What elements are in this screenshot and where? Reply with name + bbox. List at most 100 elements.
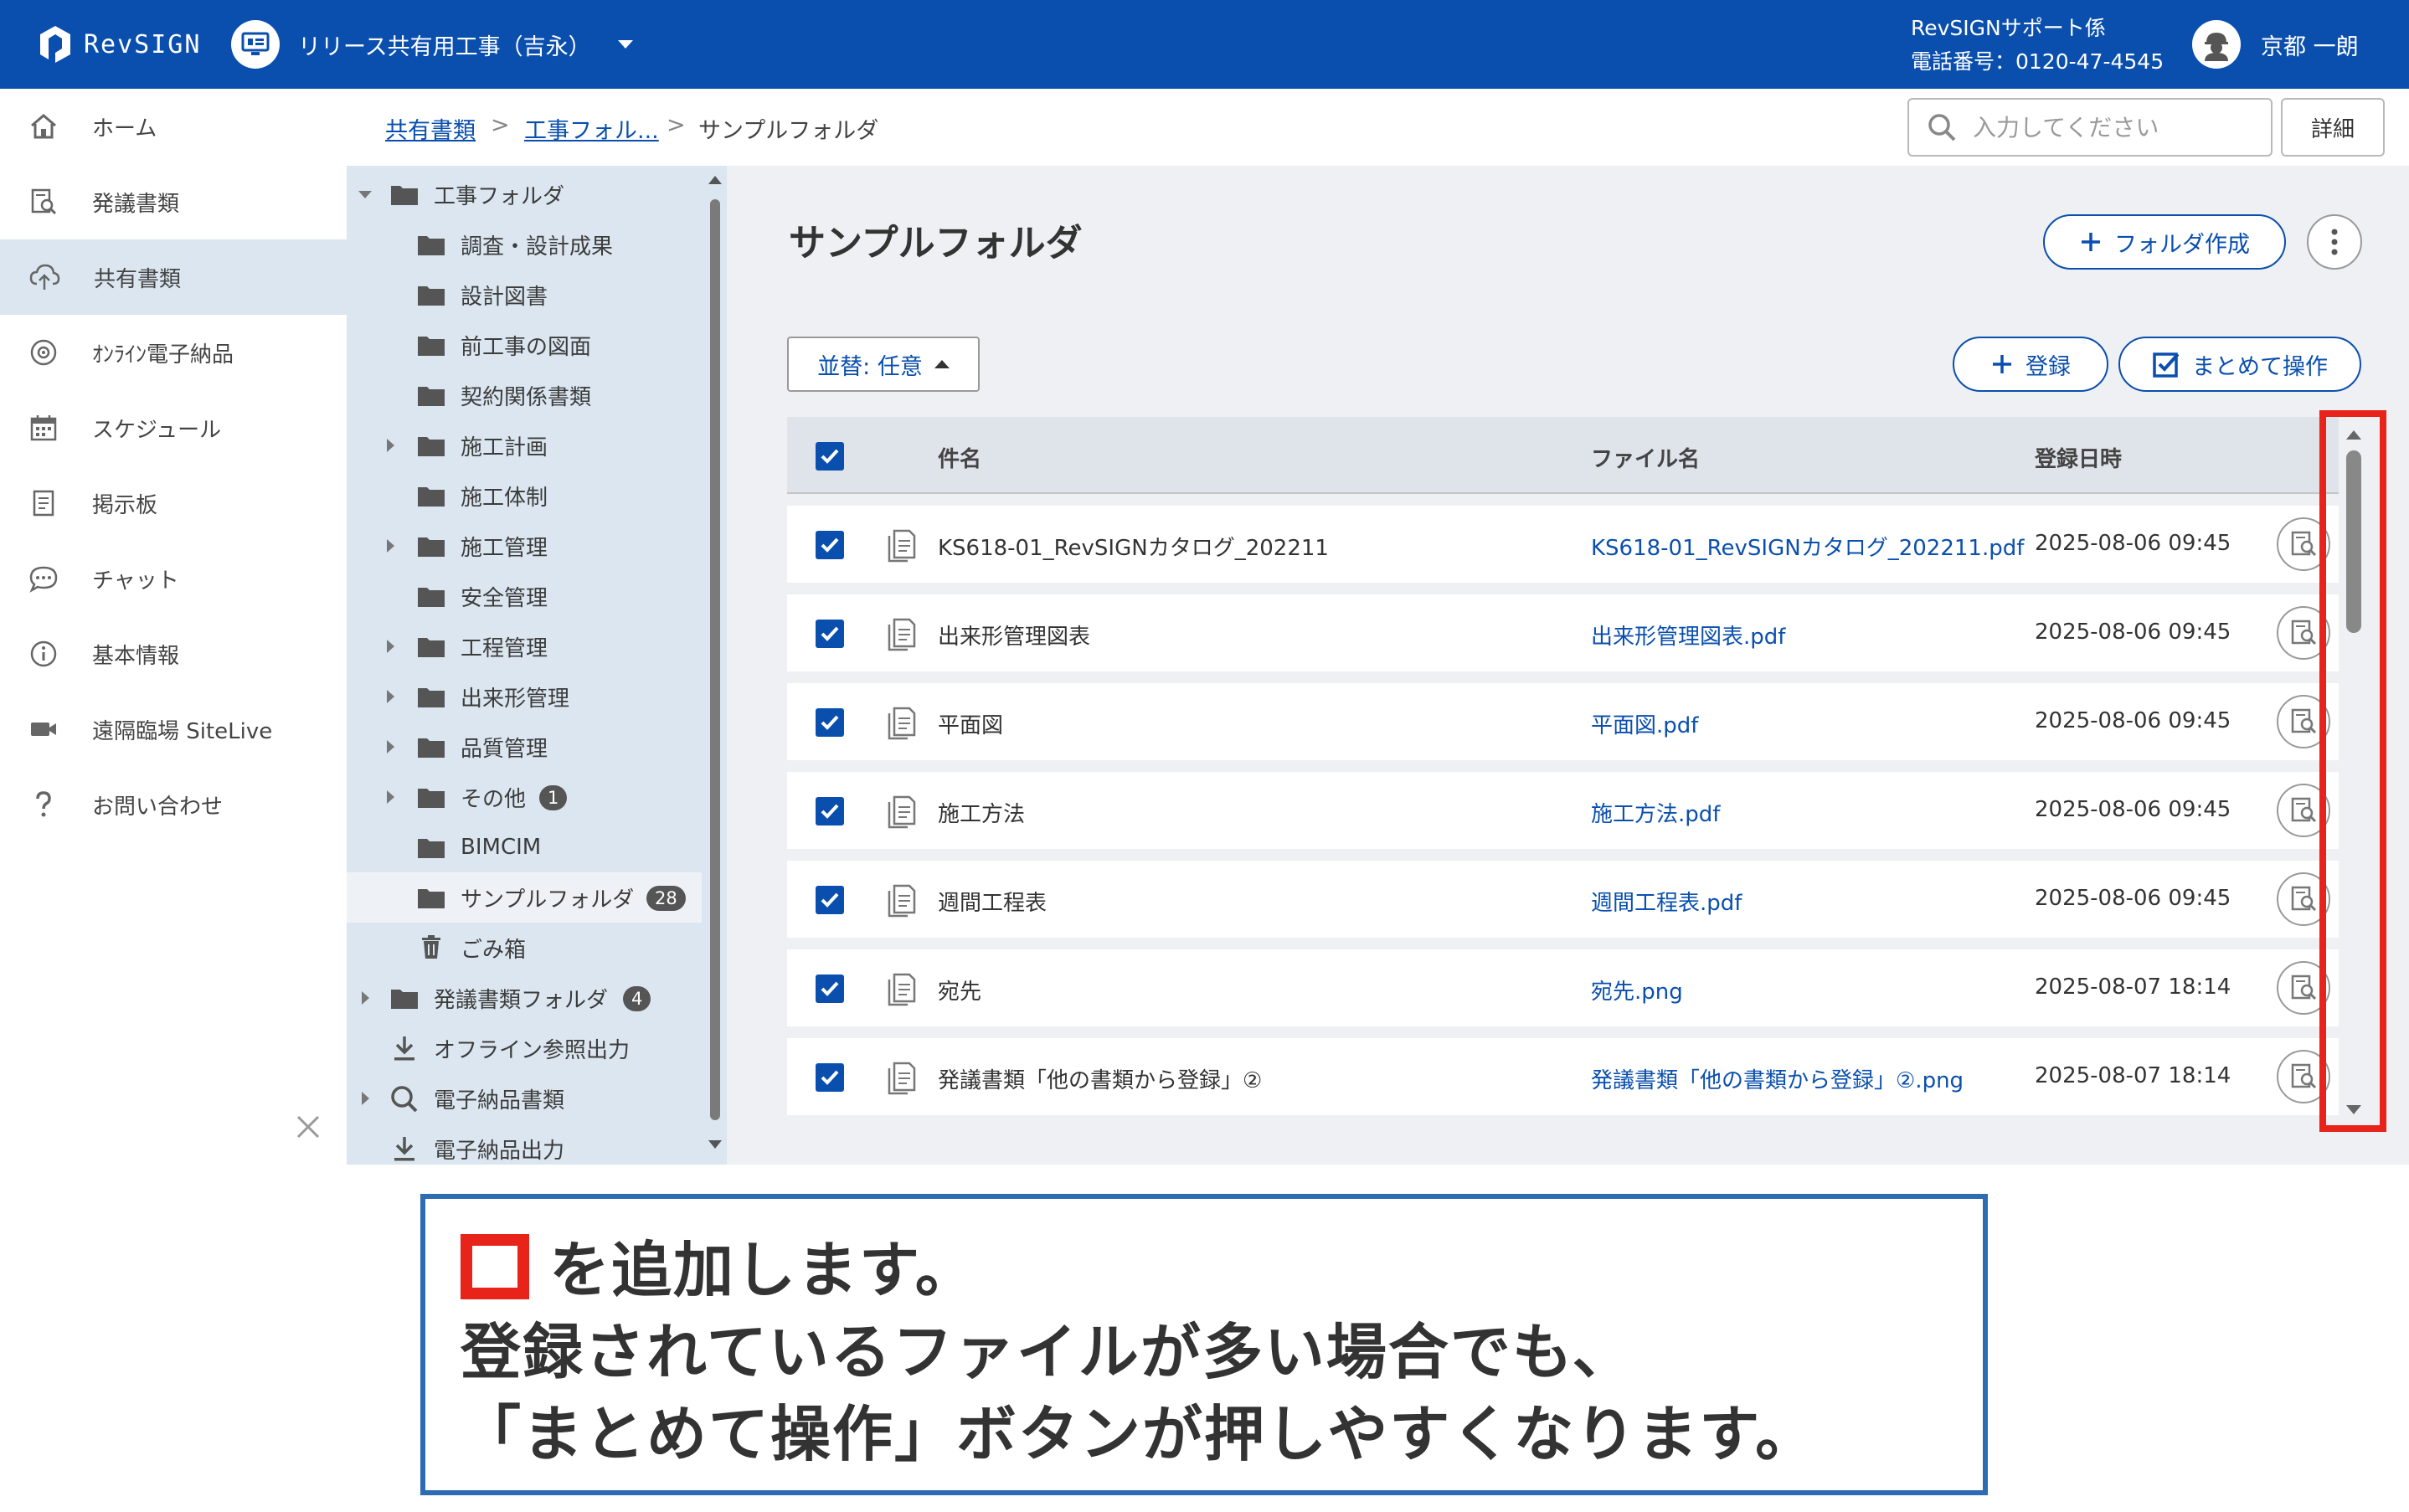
preview-icon <box>2291 620 2317 645</box>
trash-icon <box>422 935 440 959</box>
tree-item-offline-export[interactable]: オフライン参照出力 <box>347 1023 702 1073</box>
tree-item-design-docs[interactable]: 設計図書 <box>347 270 702 320</box>
project-selector[interactable]: リリース共有用工事（吉永） <box>231 20 633 69</box>
tree-item-safety-management[interactable]: 安全管理 <box>347 571 702 621</box>
tree-item-contract-docs[interactable]: 契約関係書類 <box>347 370 702 420</box>
tree-item-construction-plan[interactable]: 施工計画 <box>347 420 702 471</box>
table-row[interactable]: 宛先 宛先.png 2025-08-07 18:14 <box>787 949 2339 1026</box>
tree-item-e-delivery-export[interactable]: 電子納品出力 <box>347 1124 702 1165</box>
row-filename-link[interactable]: 出来形管理図表.pdf <box>1591 620 1785 651</box>
row-registered-at: 2025-08-06 09:45 <box>2035 708 2231 733</box>
tree-item-bimcim[interactable]: BIMCIM <box>347 822 702 872</box>
row-checkbox[interactable] <box>816 797 844 825</box>
row-checkbox[interactable] <box>816 975 844 1003</box>
tree-item-construction-management[interactable]: 施工管理 <box>347 521 702 571</box>
row-checkbox[interactable] <box>816 708 844 737</box>
chevron-right-icon[interactable] <box>362 991 369 1005</box>
sort-dropdown[interactable]: 並替: 任意 <box>787 337 980 392</box>
row-filename-link[interactable]: 施工方法.pdf <box>1591 797 1720 828</box>
folder-icon <box>418 286 445 306</box>
row-filename-link[interactable]: 宛先.png <box>1591 975 1683 1005</box>
row-checkbox[interactable] <box>816 886 844 914</box>
folder-icon <box>418 537 445 557</box>
chevron-right-icon[interactable] <box>387 539 394 553</box>
sidebar-item-label: お問い合わせ <box>92 794 224 820</box>
sidebar-item-proposal-docs[interactable]: 発議書類 <box>0 164 347 239</box>
table-row[interactable]: KS618-01_RevSIGNカタログ_202211 KS618-01_RevS… <box>787 506 2339 583</box>
tree-item-as-built-management[interactable]: 出来形管理 <box>347 671 702 722</box>
search-input[interactable] <box>1973 113 2257 141</box>
create-folder-button[interactable]: フォルダ作成 <box>2043 214 2286 270</box>
row-checkbox[interactable] <box>816 531 844 559</box>
scroll-down-icon[interactable] <box>2346 1105 2361 1114</box>
select-all-checkbox[interactable] <box>816 442 844 471</box>
chevron-right-icon[interactable] <box>387 640 394 653</box>
tree-item-proposal-folder[interactable]: 発議書類フォルダ 4 <box>347 973 702 1023</box>
sidebar-item-online-delivery[interactable]: ｵﾝﾗｲﾝ電子納品 <box>0 315 347 390</box>
row-registered-at: 2025-08-06 09:45 <box>2035 620 2231 645</box>
tree-item-trash[interactable]: ごみ箱 <box>347 923 702 973</box>
row-filename-link[interactable]: 発議書類「他の書類から登録」②.png <box>1591 1063 1964 1094</box>
row-checkbox[interactable] <box>816 620 844 648</box>
bulk-operation-button[interactable]: まとめて操作 <box>2118 337 2361 392</box>
sidebar-item-chat[interactable]: チャット <box>0 541 347 616</box>
tree-item-previous-drawings[interactable]: 前工事の図面 <box>347 320 702 370</box>
chevron-right-icon[interactable] <box>387 740 394 753</box>
sidebar-item-shared-docs[interactable]: 共有書類 <box>0 239 347 315</box>
count-badge: 28 <box>646 886 686 911</box>
detail-search-button[interactable]: 詳細 <box>2281 98 2385 157</box>
sidebar-item-home[interactable]: ホーム <box>0 89 347 164</box>
breadcrumb-item-construction-folder[interactable]: 工事フォル... <box>524 112 659 145</box>
scroll-up-icon[interactable] <box>708 176 722 184</box>
row-filename-link[interactable]: KS618-01_RevSIGNカタログ_202211.pdf <box>1591 531 2024 562</box>
table-row[interactable]: 出来形管理図表 出来形管理図表.pdf 2025-08-06 09:45 <box>787 594 2339 671</box>
close-icon[interactable] <box>293 1112 323 1142</box>
column-header-registered-at[interactable]: 登録日時 <box>2035 442 2122 473</box>
more-options-button[interactable] <box>2307 214 2362 270</box>
main-content: サンプルフォルダ フォルダ作成 並替: 任意 登録 まとめて操作 件名 ファイル… <box>727 166 2409 1165</box>
tree-scroll-thumb[interactable] <box>710 199 720 1120</box>
table-row[interactable]: 施工方法 施工方法.pdf 2025-08-06 09:45 <box>787 772 2339 849</box>
tree-item-quality-management[interactable]: 品質管理 <box>347 722 702 772</box>
column-header-filename[interactable]: ファイル名 <box>1591 442 1700 473</box>
table-row[interactable]: 平面図 平面図.pdf 2025-08-06 09:45 <box>787 683 2339 760</box>
search-box[interactable] <box>1907 98 2273 157</box>
tree-item-other[interactable]: その他 1 <box>347 772 702 822</box>
tree-item-survey-design[interactable]: 調査・設計成果 <box>347 219 702 270</box>
sidebar-item-schedule[interactable]: スケジュール <box>0 390 347 465</box>
row-filename-link[interactable]: 平面図.pdf <box>1591 708 1698 739</box>
top-bar: RevSIGN リリース共有用工事（吉永） RevSIGNサポート係 電話番号：… <box>0 0 2409 89</box>
tree-item-schedule-management[interactable]: 工程管理 <box>347 621 702 671</box>
register-button[interactable]: 登録 <box>1953 337 2108 392</box>
worker-icon <box>2205 33 2228 61</box>
scroll-up-icon[interactable] <box>2346 430 2361 440</box>
tree-item-e-delivery-docs[interactable]: 電子納品書類 <box>347 1073 702 1124</box>
sidebar-item-basic-info[interactable]: 基本情報 <box>0 616 347 692</box>
breadcrumb-item-shared-docs[interactable]: 共有書類 <box>385 112 476 145</box>
sidebar-item-bulletin-board[interactable]: 掲示板 <box>0 465 347 541</box>
tree-item-sample-folder[interactable]: サンプルフォルダ 28 <box>347 872 702 923</box>
tree-item-construction-folder[interactable]: 工事フォルダ <box>347 169 702 219</box>
column-header-subject[interactable]: 件名 <box>938 442 981 473</box>
tree-item-construction-system[interactable]: 施工体制 <box>347 471 702 521</box>
tree-scrollbar[interactable] <box>702 166 727 1165</box>
chevron-down-icon[interactable] <box>358 191 372 198</box>
chevron-right-icon[interactable] <box>362 1092 369 1105</box>
callout-line-2: 登録されているファイルが多い場合でも、 <box>461 1317 1634 1387</box>
table-scroll-thumb[interactable] <box>2346 450 2361 633</box>
row-checkbox[interactable] <box>816 1063 844 1092</box>
sidebar-item-contact[interactable]: お問い合わせ <box>0 767 347 842</box>
sidebar-item-sitelive[interactable]: 遠隔臨場 SiteLive <box>0 692 347 767</box>
table-scrollbar[interactable] <box>2319 410 2386 1132</box>
user-menu[interactable]: 京都 一朗 <box>2192 20 2359 69</box>
scroll-down-icon[interactable] <box>708 1140 722 1149</box>
row-filename-link[interactable]: 週間工程表.pdf <box>1591 886 1742 917</box>
chevron-right-icon[interactable] <box>387 439 394 452</box>
table-row[interactable]: 発議書類「他の書類から登録」② 発議書類「他の書類から登録」②.png 2025-0… <box>787 1038 2339 1115</box>
chevron-right-icon[interactable] <box>387 790 394 804</box>
chevron-right-icon[interactable] <box>387 690 394 703</box>
revsign-logo[interactable]: RevSIGN <box>37 23 201 66</box>
tree-item-label: ごみ箱 <box>461 937 527 963</box>
table-row[interactable]: 週間工程表 週間工程表.pdf 2025-08-06 09:45 <box>787 861 2339 938</box>
document-icon <box>888 529 916 563</box>
